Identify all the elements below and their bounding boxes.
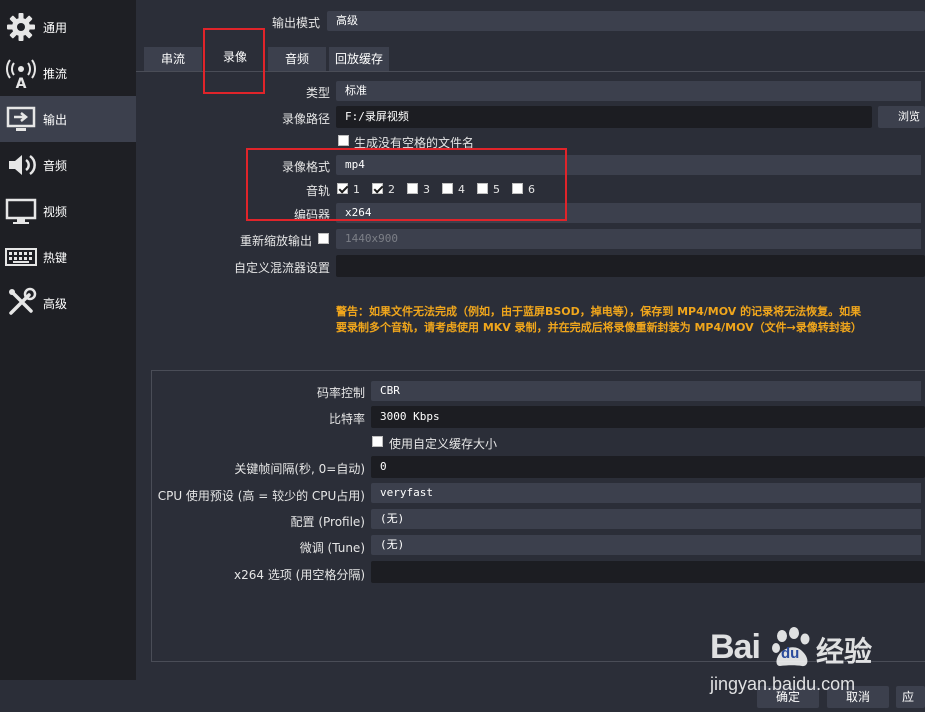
x264-options-input[interactable] — [371, 561, 925, 583]
rescale-output-label: 重新缩放输出 — [239, 234, 312, 248]
sidebar-item-stream[interactable]: A 推流 — [0, 50, 136, 96]
sidebar-item-label: 高级 — [43, 296, 68, 311]
rate-control-label: 码率控制 — [316, 386, 365, 400]
profile-select[interactable]: (无) — [371, 509, 925, 529]
sidebar-item-label: 音频 — [43, 158, 68, 173]
keyframe-interval-label: 关键帧间隔(秒, 0=自动) — [234, 462, 365, 476]
tab-streaming[interactable]: 串流 — [144, 47, 202, 71]
sidebar-item-advanced[interactable]: 高级 — [0, 280, 136, 326]
type-label: 类型 — [305, 86, 330, 100]
x264-options-label: x264 选项 (用空格分隔) — [234, 568, 365, 582]
keyboard-icon — [3, 239, 39, 275]
rescale-resolution-select: 1440x900 — [336, 229, 925, 249]
bitrate-label: 比特率 — [328, 412, 365, 426]
profile-value: (无) — [380, 512, 405, 525]
sidebar-item-audio[interactable]: 音频 — [0, 142, 136, 188]
highlight-box-format-settings — [246, 148, 567, 221]
bitrate-value: 3000 Kbps — [380, 410, 440, 423]
sidebar-item-label: 输出 — [43, 112, 68, 127]
broadcast-icon: A — [3, 55, 39, 91]
rate-control-select[interactable]: CBR — [371, 381, 925, 401]
tune-value: (无) — [380, 538, 405, 551]
sidebar-item-label: 热键 — [43, 250, 68, 265]
recording-path-value: F:/录屏视频 — [345, 110, 409, 123]
output-mode-select[interactable]: 高级 — [327, 11, 925, 31]
tab-replay-buffer[interactable]: 回放缓存 — [329, 47, 389, 71]
custom-muxer-label: 自定义混流器设置 — [233, 261, 330, 275]
custom-buffer-label: 使用自定义缓存大小 — [389, 437, 498, 451]
tools-icon — [3, 285, 39, 321]
tab-audio[interactable]: 音频 — [268, 47, 326, 71]
sidebar-item-label: 通用 — [43, 20, 68, 35]
cpu-preset-select[interactable]: veryfast — [371, 483, 925, 503]
cancel-label: 取消 — [845, 690, 870, 704]
no-space-filename-checkbox[interactable] — [338, 135, 349, 146]
output-monitor-icon — [3, 101, 39, 137]
recording-type-value: 标准 — [345, 84, 367, 97]
ok-button[interactable]: 确定 — [757, 686, 819, 708]
tune-label: 微调 (Tune) — [299, 541, 365, 555]
ok-label: 确定 — [775, 690, 800, 704]
rate-control-value: CBR — [380, 384, 400, 397]
output-mode-value: 高级 — [336, 14, 358, 27]
sidebar-item-video[interactable]: 视频 — [0, 188, 136, 234]
browse-label: 浏览 — [898, 110, 920, 123]
sidebar-item-hotkeys[interactable]: 热键 — [0, 234, 136, 280]
rescale-resolution-value: 1440x900 — [345, 232, 398, 245]
cpu-preset-label: CPU 使用预设 (高 = 较少的 CPU占用) — [157, 489, 365, 503]
sidebar-item-general[interactable]: 通用 — [0, 4, 136, 50]
speaker-icon — [3, 147, 39, 183]
warning-text-line-2: 要录制多个音轨，请考虑使用 MKV 录制，并在完成后将录像重新封装为 MP4/M… — [336, 321, 862, 334]
sidebar-item-label: 推流 — [43, 66, 68, 81]
custom-muxer-input[interactable] — [336, 255, 925, 277]
recording-type-select[interactable]: 标准 — [336, 81, 925, 101]
keyframe-interval-spinbox[interactable]: 0 — [371, 456, 925, 478]
tune-select[interactable]: (无) — [371, 535, 925, 555]
tab-label: 串流 — [160, 52, 185, 66]
recording-path-label: 录像路径 — [281, 112, 330, 126]
keyframe-interval-value: 0 — [380, 460, 387, 473]
gear-icon — [3, 9, 39, 45]
apply-label: 应 — [902, 690, 915, 704]
cancel-button[interactable]: 取消 — [827, 686, 889, 708]
profile-label: 配置 (Profile) — [290, 515, 366, 529]
settings-sidebar: 通用 A 推流 输出 音频 视频 热键 高级 — [0, 0, 136, 680]
sidebar-item-output[interactable]: 输出 — [0, 96, 136, 142]
svg-text:A: A — [16, 76, 27, 89]
browse-button[interactable]: 浏览 — [878, 106, 925, 128]
apply-button[interactable]: 应 — [896, 686, 925, 708]
sidebar-item-label: 视频 — [43, 204, 68, 219]
cpu-preset-value: veryfast — [380, 486, 433, 499]
bitrate-spinbox[interactable]: 3000 Kbps — [371, 406, 925, 428]
rescale-output-checkbox[interactable] — [318, 233, 329, 244]
custom-buffer-checkbox[interactable] — [372, 436, 383, 447]
tab-label: 音频 — [284, 52, 309, 66]
warning-text-line-1: 警告：如果文件无法完成（例如，由于蓝屏BSOD，掉电等），保存到 MP4/MOV… — [336, 305, 862, 318]
tab-label: 回放缓存 — [334, 52, 383, 66]
monitor-icon — [3, 193, 39, 229]
recording-path-input[interactable]: F:/录屏视频 — [336, 106, 872, 128]
